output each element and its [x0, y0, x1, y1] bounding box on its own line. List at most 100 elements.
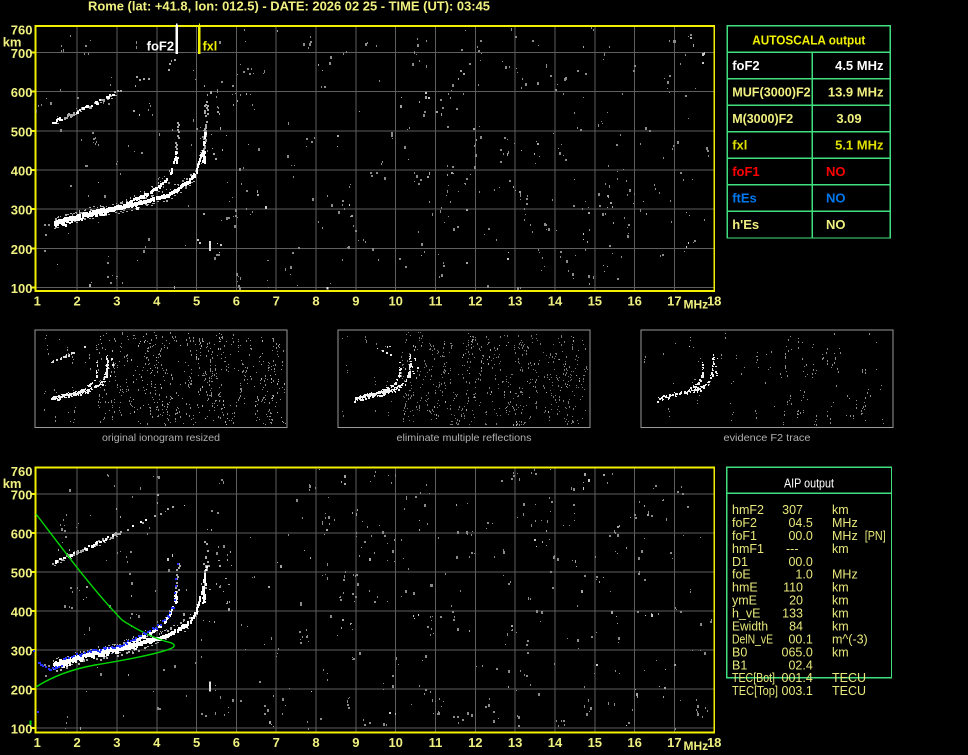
- svg-text:km: km: [832, 581, 849, 595]
- svg-text:400: 400: [11, 605, 33, 620]
- svg-text:6: 6: [233, 294, 240, 309]
- svg-text:km: km: [832, 503, 849, 517]
- svg-text:13.9 MHz: 13.9 MHz: [828, 84, 884, 99]
- svg-text:TEC[Bot]: TEC[Bot]: [732, 671, 775, 685]
- svg-text:12: 12: [468, 735, 482, 750]
- svg-text:7: 7: [273, 735, 280, 750]
- svg-text:Rome (lat: +41.8, lon: 012.5): Rome (lat: +41.8, lon: 012.5) - DATE: 20…: [88, 0, 490, 14]
- svg-text:003.1: 003.1: [782, 684, 813, 698]
- svg-text:00.0: 00.0: [788, 555, 812, 569]
- svg-text:13: 13: [508, 735, 522, 750]
- svg-text:M(3000)F2: M(3000)F2: [732, 111, 793, 126]
- svg-text:400: 400: [11, 164, 33, 179]
- svg-text:15: 15: [588, 294, 602, 309]
- svg-text:D1: D1: [732, 555, 748, 569]
- svg-text:100: 100: [11, 722, 33, 737]
- svg-text:TECU: TECU: [832, 671, 866, 685]
- svg-text:4: 4: [153, 735, 161, 750]
- svg-text:9: 9: [352, 294, 359, 309]
- svg-text:00.1: 00.1: [788, 632, 812, 646]
- svg-text:km: km: [832, 607, 849, 621]
- svg-text:001.4: 001.4: [782, 671, 813, 685]
- svg-text:17: 17: [667, 294, 681, 309]
- svg-text:h_vE: h_vE: [732, 607, 761, 621]
- svg-text:MHz: MHz: [832, 529, 858, 543]
- svg-text:8: 8: [312, 735, 319, 750]
- svg-text:TECU: TECU: [832, 684, 866, 698]
- svg-text:MHz: MHz: [684, 298, 709, 312]
- svg-text:NO: NO: [826, 190, 846, 205]
- svg-text:6: 6: [233, 735, 240, 750]
- svg-text:NO: NO: [826, 217, 846, 232]
- svg-text:hmF2: hmF2: [732, 503, 764, 517]
- svg-text:5.1 MHz: 5.1 MHz: [835, 137, 884, 152]
- svg-text:20: 20: [789, 594, 803, 608]
- svg-text:600: 600: [11, 527, 33, 542]
- svg-text:2: 2: [73, 735, 80, 750]
- svg-text:7: 7: [273, 294, 280, 309]
- svg-text:12: 12: [468, 294, 482, 309]
- svg-text:14: 14: [548, 735, 563, 750]
- svg-text:foF2: foF2: [147, 39, 174, 54]
- svg-text:3.09: 3.09: [836, 111, 861, 126]
- svg-text:500: 500: [11, 566, 33, 581]
- svg-text:eliminate multiple reflections: eliminate multiple reflections: [397, 432, 532, 444]
- svg-text:original ionogram resized: original ionogram resized: [102, 432, 220, 444]
- svg-text:[PN]: [PN]: [865, 529, 886, 543]
- svg-text:km: km: [3, 476, 22, 491]
- svg-text:NO: NO: [826, 164, 846, 179]
- svg-text:11: 11: [429, 294, 443, 309]
- svg-text:MUF(3000)F2: MUF(3000)F2: [732, 84, 811, 99]
- svg-text:14: 14: [548, 294, 563, 309]
- svg-text:17: 17: [667, 735, 681, 750]
- svg-text:307: 307: [782, 503, 803, 517]
- svg-text:evidence F2 trace: evidence F2 trace: [724, 432, 811, 444]
- svg-text:300: 300: [11, 203, 33, 218]
- svg-text:500: 500: [11, 124, 33, 139]
- svg-text:MHz: MHz: [832, 568, 858, 582]
- svg-text:600: 600: [11, 85, 33, 100]
- svg-text:km: km: [832, 620, 849, 634]
- svg-text:1: 1: [34, 735, 41, 750]
- svg-text:B1: B1: [732, 658, 747, 672]
- svg-text:133: 133: [782, 607, 803, 621]
- svg-text:foF1: foF1: [732, 164, 759, 179]
- svg-text:ymE: ymE: [732, 594, 757, 608]
- svg-text:B0: B0: [732, 645, 747, 659]
- svg-text:AIP output: AIP output: [784, 477, 834, 491]
- svg-text:3: 3: [113, 294, 120, 309]
- svg-text:hmE: hmE: [732, 581, 758, 595]
- svg-text:TEC[Top]: TEC[Top]: [732, 684, 778, 698]
- svg-text:10: 10: [388, 735, 402, 750]
- svg-text:04.5: 04.5: [788, 516, 812, 530]
- svg-text:hmF1: hmF1: [732, 542, 764, 556]
- svg-text:15: 15: [588, 735, 602, 750]
- svg-text:ftEs: ftEs: [732, 190, 757, 205]
- svg-text:13: 13: [508, 294, 522, 309]
- svg-text:5: 5: [193, 735, 200, 750]
- svg-text:1.0: 1.0: [795, 568, 812, 582]
- svg-text:84: 84: [789, 620, 803, 634]
- svg-text:11: 11: [429, 735, 443, 750]
- svg-text:00.0: 00.0: [788, 529, 812, 543]
- svg-text:200: 200: [11, 683, 33, 698]
- svg-text:16: 16: [627, 294, 641, 309]
- svg-text:4.5 MHz: 4.5 MHz: [835, 58, 884, 73]
- svg-text:9: 9: [352, 735, 359, 750]
- svg-text:km: km: [3, 35, 22, 50]
- svg-text:km: km: [832, 594, 849, 608]
- svg-text:km: km: [832, 542, 849, 556]
- svg-text:h'Es: h'Es: [732, 217, 759, 232]
- svg-text:AUTOSCALA output: AUTOSCALA output: [752, 33, 866, 48]
- svg-text:Ewidth: Ewidth: [732, 620, 768, 634]
- svg-text:MHz: MHz: [684, 739, 709, 753]
- svg-text:110: 110: [783, 581, 803, 595]
- svg-text:10: 10: [388, 294, 402, 309]
- svg-text:1: 1: [34, 294, 41, 309]
- svg-text:MHz: MHz: [832, 516, 858, 530]
- svg-text:8: 8: [312, 294, 319, 309]
- svg-text:02.4: 02.4: [788, 658, 812, 672]
- svg-text:18: 18: [707, 735, 721, 750]
- svg-text:200: 200: [11, 242, 33, 257]
- svg-text:fxl: fxl: [732, 137, 747, 152]
